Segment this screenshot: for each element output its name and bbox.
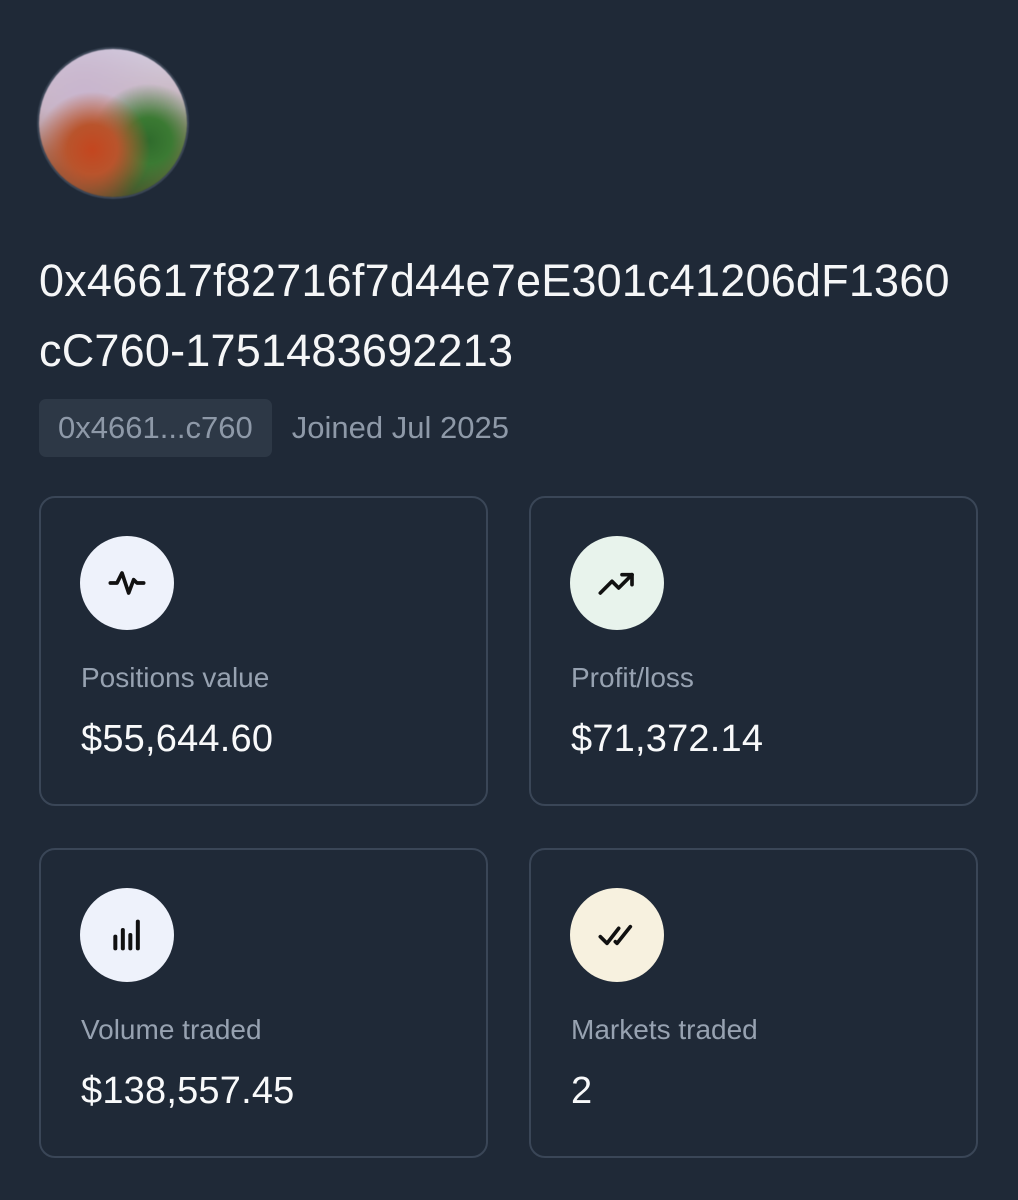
bar-chart-icon <box>80 888 174 982</box>
double-check-icon <box>570 888 664 982</box>
trending-up-icon <box>570 536 664 630</box>
profile-name: 0x46617f82716f7d44e7eE301c41206dF1360cC7… <box>39 255 950 376</box>
stat-card-markets-traded: Markets traded 2 <box>529 848 978 1158</box>
stat-value: $71,372.14 <box>571 718 764 760</box>
stat-value: $55,644.60 <box>81 718 274 760</box>
profile-page: 0x46617f82716f7d44e7eE301c41206dF1360cC7… <box>0 0 1018 1200</box>
avatar <box>39 49 187 197</box>
stat-card-volume-traded: Volume traded $138,557.45 <box>39 848 488 1158</box>
stat-label: Positions value <box>81 662 270 693</box>
address-chip[interactable]: 0x4661...c760 <box>39 399 272 457</box>
stat-label: Volume traded <box>81 1014 262 1045</box>
stat-card-profit-loss: Profit/loss $71,372.14 <box>529 496 978 806</box>
stat-card-positions-value: Positions value $55,644.60 <box>39 496 488 806</box>
activity-icon <box>80 536 174 630</box>
stat-value: $138,557.45 <box>81 1070 295 1112</box>
joined-date: Joined Jul 2025 <box>291 410 509 445</box>
stat-label: Profit/loss <box>571 662 694 693</box>
profile-meta: 0x4661...c760 Joined Jul 2025 <box>39 399 509 457</box>
stat-value: 2 <box>571 1070 593 1112</box>
stat-label: Markets traded <box>571 1014 758 1045</box>
